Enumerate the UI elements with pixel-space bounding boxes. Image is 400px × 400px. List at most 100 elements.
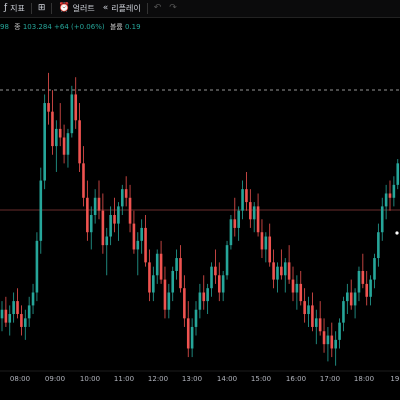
candle-body <box>148 262 151 293</box>
candle-body <box>117 206 120 224</box>
x-tick-label: 15:00 <box>251 375 271 383</box>
candle-body <box>0 309 4 319</box>
candle-body <box>252 206 256 220</box>
candle-body <box>62 137 66 155</box>
candle-body <box>86 197 89 233</box>
candle-body <box>380 206 384 233</box>
candle-body <box>311 305 314 327</box>
candle-body <box>217 275 221 293</box>
candle-body <box>171 270 175 293</box>
candle-body <box>82 163 85 198</box>
candle-body <box>20 314 23 327</box>
candle-body <box>280 266 283 276</box>
x-tick-label: 16:00 <box>286 375 306 383</box>
candle-body <box>338 322 341 340</box>
candle-body <box>256 206 260 233</box>
candle-body <box>392 184 396 198</box>
candle-body <box>140 227 143 241</box>
candle-body <box>155 253 159 276</box>
candle-body <box>152 275 155 293</box>
candle-body <box>233 219 237 228</box>
x-tick-label: 17:00 <box>320 375 340 383</box>
candle-body <box>51 111 54 147</box>
candle-body <box>346 292 349 302</box>
candle-body <box>101 210 105 246</box>
candle-body <box>190 326 194 349</box>
x-tick-label: 13:00 <box>182 375 202 383</box>
x-tick-label: 12:00 <box>148 375 168 383</box>
candle-body <box>144 227 147 263</box>
candle-body <box>4 309 8 323</box>
candle-body <box>66 133 70 155</box>
candle-body <box>89 215 93 233</box>
candle-body <box>291 279 295 293</box>
candle-body <box>93 197 97 215</box>
candle-body <box>245 189 248 203</box>
candle-body <box>159 253 163 280</box>
candle-body <box>241 189 244 211</box>
candle-body <box>377 232 380 259</box>
x-tick-label: 09:00 <box>45 375 65 383</box>
candle-body <box>342 301 345 323</box>
candle-body <box>334 339 337 349</box>
x-tick-label: 11:00 <box>114 375 134 383</box>
candle-body <box>260 232 264 250</box>
candle-body <box>318 318 322 332</box>
candle-body <box>105 236 109 246</box>
candle-body <box>132 223 136 250</box>
candle-body <box>16 301 19 315</box>
candle-body <box>128 197 132 224</box>
candle-body <box>330 335 334 349</box>
candle-body <box>384 193 388 207</box>
candle-body <box>198 292 202 310</box>
candle-body <box>229 219 233 246</box>
candle-body <box>307 305 310 315</box>
candle-body <box>39 180 43 241</box>
candle-body <box>268 236 272 263</box>
x-tick-label: 14:00 <box>217 375 237 383</box>
candle-body <box>43 103 46 181</box>
candle-body <box>276 266 279 280</box>
candle-body <box>31 292 35 306</box>
candle-body <box>369 279 372 297</box>
candle-body <box>23 318 27 327</box>
candle-body <box>194 309 198 327</box>
candle-body <box>210 266 213 289</box>
candle-body <box>12 301 15 315</box>
candle-body <box>8 314 12 323</box>
candle-body <box>264 236 268 250</box>
candle-body <box>361 270 365 284</box>
x-tick-label: 19: <box>390 375 400 383</box>
candle-body <box>295 283 299 293</box>
candle-body <box>97 197 101 211</box>
candlestick-chart[interactable]: 08:00 09:00 10:00 11:00 12:00 13:00 14:00 15:00… <box>0 0 400 400</box>
last-price-marker <box>395 231 399 235</box>
candle-body <box>214 266 217 276</box>
candle-body <box>237 210 240 228</box>
candle-body <box>206 288 209 302</box>
candle-body <box>202 292 206 302</box>
candle-body <box>221 275 225 293</box>
candle-body <box>136 240 140 250</box>
candle-body <box>225 245 229 276</box>
candle-body <box>283 262 287 276</box>
candle-body <box>365 283 369 297</box>
candle-body <box>373 258 376 280</box>
x-tick-label: 18:00 <box>354 375 374 383</box>
candle-body <box>326 335 330 345</box>
candle-body <box>74 94 78 121</box>
candle-body <box>120 189 124 207</box>
x-tick-label: 10:00 <box>80 375 100 383</box>
candle-body <box>287 262 291 280</box>
candle-body <box>58 128 62 138</box>
candle-body <box>70 94 74 134</box>
candle-body <box>124 189 128 198</box>
candle-body <box>186 318 190 349</box>
candle-body <box>396 163 400 185</box>
candle-body <box>113 215 116 224</box>
candle-body <box>55 128 58 147</box>
candle-body <box>322 331 326 345</box>
candle-body <box>179 258 182 289</box>
candle-body <box>109 215 112 237</box>
candle-body <box>299 283 303 302</box>
